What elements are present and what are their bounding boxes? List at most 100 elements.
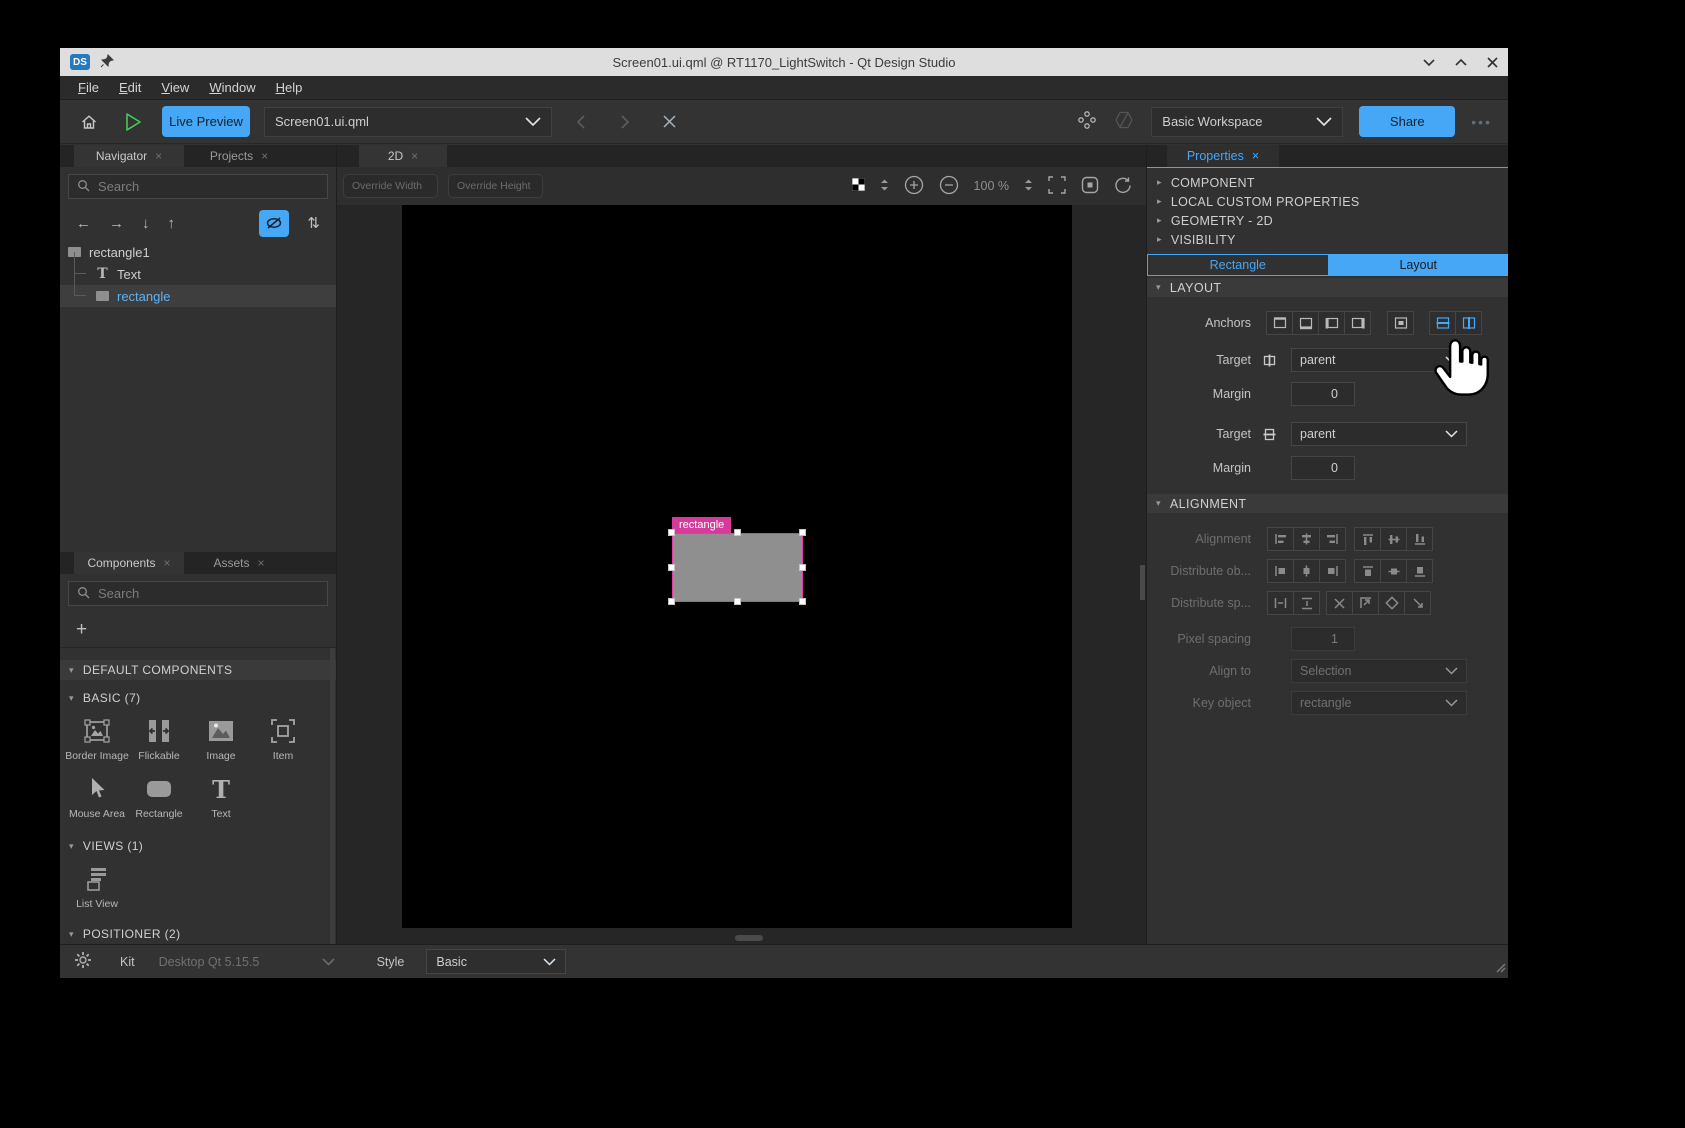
close-window-icon[interactable] (1487, 57, 1498, 68)
style-selector[interactable]: Basic (426, 949, 566, 974)
menu-help[interactable]: Help (266, 80, 313, 95)
resize-handle-middle-right[interactable] (799, 564, 806, 571)
close-document-icon[interactable] (654, 107, 684, 137)
share-button[interactable]: Share (1359, 106, 1455, 137)
component-text[interactable]: T Text (190, 774, 252, 820)
subtab-rectangle[interactable]: Rectangle (1147, 254, 1329, 276)
section-positioner[interactable]: ▾ POSITIONER (2) (60, 924, 336, 944)
resize-handle-bottom-center[interactable] (734, 598, 741, 605)
back-icon[interactable] (566, 107, 596, 137)
components-search[interactable] (68, 581, 328, 606)
resize-handle-top-left[interactable] (668, 529, 675, 536)
section-basic[interactable]: ▾ BASIC (7) (60, 688, 336, 708)
distribute-origin-center-button[interactable] (1378, 591, 1405, 615)
live-preview-button[interactable]: Live Preview (162, 106, 250, 137)
distribute-spacing-vertical-button[interactable] (1293, 591, 1320, 615)
component-item[interactable]: Item (252, 716, 314, 762)
override-width-input[interactable] (343, 174, 438, 198)
anchor-left-button[interactable] (1318, 311, 1345, 335)
annotations-icon[interactable] (1077, 110, 1097, 133)
pixel-spacing-field[interactable]: 1 (1291, 627, 1355, 651)
component-mouse-area[interactable]: Mouse Area (66, 774, 128, 820)
anchor-bottom-button[interactable] (1292, 311, 1319, 335)
tab-2d[interactable]: 2D × (359, 145, 447, 167)
close-icon[interactable]: × (155, 149, 162, 163)
section-default-components[interactable]: ▾ DEFAULT COMPONENTS (60, 660, 336, 680)
component-rectangle[interactable]: Rectangle (128, 774, 190, 820)
tree-item-rectangle1[interactable]: rectangle1 (60, 241, 336, 263)
navigator-search[interactable] (68, 174, 328, 199)
margin-vertical-field[interactable]: 0 (1291, 456, 1355, 480)
close-icon[interactable]: × (411, 149, 418, 163)
qml-lint-icon[interactable] (1113, 109, 1135, 134)
section-component[interactable]: ▸ COMPONENT (1147, 173, 1508, 192)
selected-rectangle[interactable] (672, 533, 803, 602)
tab-navigator[interactable]: Navigator × (74, 145, 184, 167)
anchor-right-button[interactable] (1344, 311, 1371, 335)
kit-selector[interactable]: Desktop Qt 5.15.5 (159, 955, 335, 969)
resize-handle-middle-left[interactable] (668, 564, 675, 571)
run-project-icon[interactable] (118, 107, 148, 137)
tree-item-rectangle-selected[interactable]: rectangle (60, 285, 336, 307)
zoom-selection-icon[interactable] (1081, 176, 1099, 197)
menu-edit[interactable]: Edit (109, 80, 151, 95)
anchor-top-button[interactable] (1266, 311, 1293, 335)
override-height-input[interactable] (448, 174, 543, 198)
add-module-button[interactable]: + (76, 619, 87, 641)
tab-assets[interactable]: Assets × (184, 552, 294, 574)
align-top-button[interactable] (1354, 527, 1381, 551)
move-right-icon[interactable]: → (109, 215, 124, 232)
align-bottom-button[interactable] (1406, 527, 1433, 551)
show-invisible-items-button[interactable] (259, 210, 289, 237)
subtab-layout[interactable]: Layout (1329, 254, 1509, 276)
home-icon[interactable] (74, 107, 104, 137)
component-flickable[interactable]: Flickable (128, 716, 190, 762)
background-color-swatch[interactable] (852, 178, 865, 194)
resize-handle-bottom-right[interactable] (799, 598, 806, 605)
tree-item-text[interactable]: T Text (60, 263, 336, 285)
tab-projects[interactable]: Projects × (184, 145, 294, 167)
section-visibility[interactable]: ▸ VISIBILITY (1147, 230, 1508, 249)
section-views[interactable]: ▾ VIEWS (1) (60, 836, 336, 856)
margin-horizontal-field[interactable]: 0 (1291, 382, 1355, 406)
distribute-origin-bottom-right-button[interactable] (1404, 591, 1431, 615)
resize-handle-top-center[interactable] (734, 529, 741, 536)
resize-handle-top-right[interactable] (799, 529, 806, 536)
open-file-selector[interactable]: Screen01.ui.qml (264, 107, 552, 137)
navigator-search-input[interactable] (98, 179, 319, 194)
components-search-input[interactable] (98, 586, 319, 601)
layout-section-header[interactable]: ▾ LAYOUT (1147, 278, 1508, 297)
settings-gear-icon[interactable] (74, 951, 92, 972)
align-to-dropdown[interactable]: Selection (1291, 659, 1467, 683)
move-left-icon[interactable]: ← (76, 215, 91, 232)
alignment-section-header[interactable]: ▾ ALIGNMENT (1147, 494, 1508, 513)
reverse-order-icon[interactable]: ⇅ (307, 214, 320, 232)
component-border-image[interactable]: Border Image (66, 716, 128, 762)
workspace-selector[interactable]: Basic Workspace (1151, 107, 1343, 137)
close-icon[interactable]: × (164, 556, 171, 570)
maximize-icon[interactable] (1455, 57, 1467, 68)
key-object-dropdown[interactable]: rectangle (1291, 691, 1467, 715)
background-stepper[interactable] (880, 178, 889, 195)
horizontal-scrollbar[interactable] (735, 935, 763, 941)
minimize-icon[interactable] (1423, 57, 1435, 68)
fit-to-screen-icon[interactable] (1048, 176, 1066, 197)
zoom-stepper[interactable] (1024, 178, 1033, 195)
distribute-bottom-button[interactable] (1406, 559, 1433, 583)
design-canvas[interactable]: rectangle (402, 205, 1072, 928)
resize-grip[interactable] (1493, 960, 1506, 976)
align-right-button[interactable] (1319, 527, 1346, 551)
zoom-out-icon[interactable] (939, 175, 959, 198)
move-down-icon[interactable]: ↓ (142, 215, 150, 232)
zoom-in-icon[interactable] (904, 175, 924, 198)
distribute-spacing-horizontal-button[interactable] (1267, 591, 1294, 615)
align-left-button[interactable] (1267, 527, 1294, 551)
anchor-fill-button[interactable] (1387, 311, 1414, 335)
close-icon[interactable]: × (261, 149, 268, 163)
menu-file[interactable]: File (68, 80, 109, 95)
align-center-horizontal-button[interactable] (1293, 527, 1320, 551)
distribute-origin-top-left-button[interactable] (1352, 591, 1379, 615)
close-icon[interactable]: × (258, 556, 265, 570)
resize-handle-bottom-left[interactable] (668, 598, 675, 605)
move-up-icon[interactable]: ↑ (168, 215, 176, 232)
